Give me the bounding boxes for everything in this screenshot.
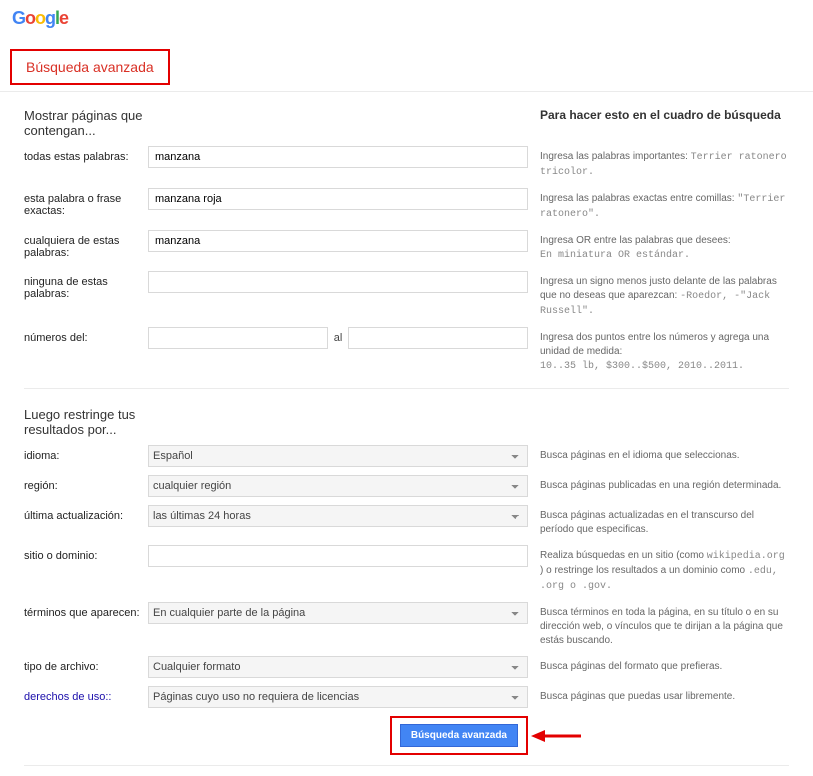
section-find-title: Mostrar páginas que contengan...: [24, 108, 148, 138]
hint-terms: Busca términos en toda la página, en su …: [540, 602, 789, 648]
hint-region: Busca páginas publicadas en una región d…: [540, 475, 789, 493]
label-rights[interactable]: derechos de uso::: [24, 686, 148, 703]
label-any: cualquiera de estas palabras:: [24, 230, 148, 259]
label-update: última actualización:: [24, 505, 148, 522]
input-any[interactable]: [148, 230, 528, 252]
hint-update: Busca páginas actualizadas en el transcu…: [540, 505, 789, 537]
label-exact: esta palabra o frase exactas:: [24, 188, 148, 217]
input-range-from[interactable]: [148, 327, 328, 349]
page-title: Búsqueda avanzada: [26, 59, 154, 75]
label-all-words: todas estas palabras:: [24, 146, 148, 163]
input-range-to[interactable]: [348, 327, 528, 349]
page-title-highlight: Búsqueda avanzada: [10, 49, 170, 85]
hint-rights: Busca páginas que puedas usar libremente…: [540, 686, 789, 704]
select-filetype[interactable]: Cualquier formato: [148, 656, 528, 678]
select-lang[interactable]: Español: [148, 445, 528, 467]
google-logo[interactable]: Google: [0, 0, 813, 37]
select-region[interactable]: cualquier región: [148, 475, 528, 497]
label-region: región:: [24, 475, 148, 492]
label-filetype: tipo de archivo:: [24, 656, 148, 673]
range-separator: al: [334, 332, 343, 344]
section-narrow-title: Luego restringe tus resultados por...: [24, 407, 148, 437]
label-lang: idioma:: [24, 445, 148, 462]
advanced-search-button[interactable]: Búsqueda avanzada: [400, 724, 518, 747]
select-rights[interactable]: Páginas cuyo uso no requiera de licencia…: [148, 686, 528, 708]
input-exact[interactable]: [148, 188, 528, 210]
hint-none: Ingresa un signo menos justo delante de …: [540, 271, 789, 319]
hint-filetype: Busca páginas del formato que prefieras.: [540, 656, 789, 674]
hint-lang: Busca páginas en el idioma que seleccion…: [540, 445, 789, 463]
hint-any: Ingresa OR entre las palabras que desees…: [540, 230, 789, 263]
hint-all-words: Ingresa las palabras importantes: Terrie…: [540, 146, 789, 180]
label-terms: términos que aparecen:: [24, 602, 148, 619]
hint-site: Realiza búsquedas en un sitio (como wiki…: [540, 545, 789, 594]
label-range: números del:: [24, 327, 148, 344]
label-site: sitio o dominio:: [24, 545, 148, 562]
search-button-highlight: Búsqueda avanzada: [390, 716, 528, 755]
select-terms[interactable]: En cualquier parte de la página: [148, 602, 528, 624]
label-none: ninguna de estas palabras:: [24, 271, 148, 300]
select-update[interactable]: las últimas 24 horas: [148, 505, 528, 527]
input-none[interactable]: [148, 271, 528, 293]
hint-range: Ingresa dos puntos entre los números y a…: [540, 327, 789, 374]
input-all-words[interactable]: [148, 146, 528, 168]
section-hint-title: Para hacer esto en el cuadro de búsqueda: [540, 108, 781, 122]
hint-exact: Ingresa las palabras exactas entre comil…: [540, 188, 789, 222]
arrow-annotation-icon: [531, 726, 581, 746]
input-site[interactable]: [148, 545, 528, 567]
